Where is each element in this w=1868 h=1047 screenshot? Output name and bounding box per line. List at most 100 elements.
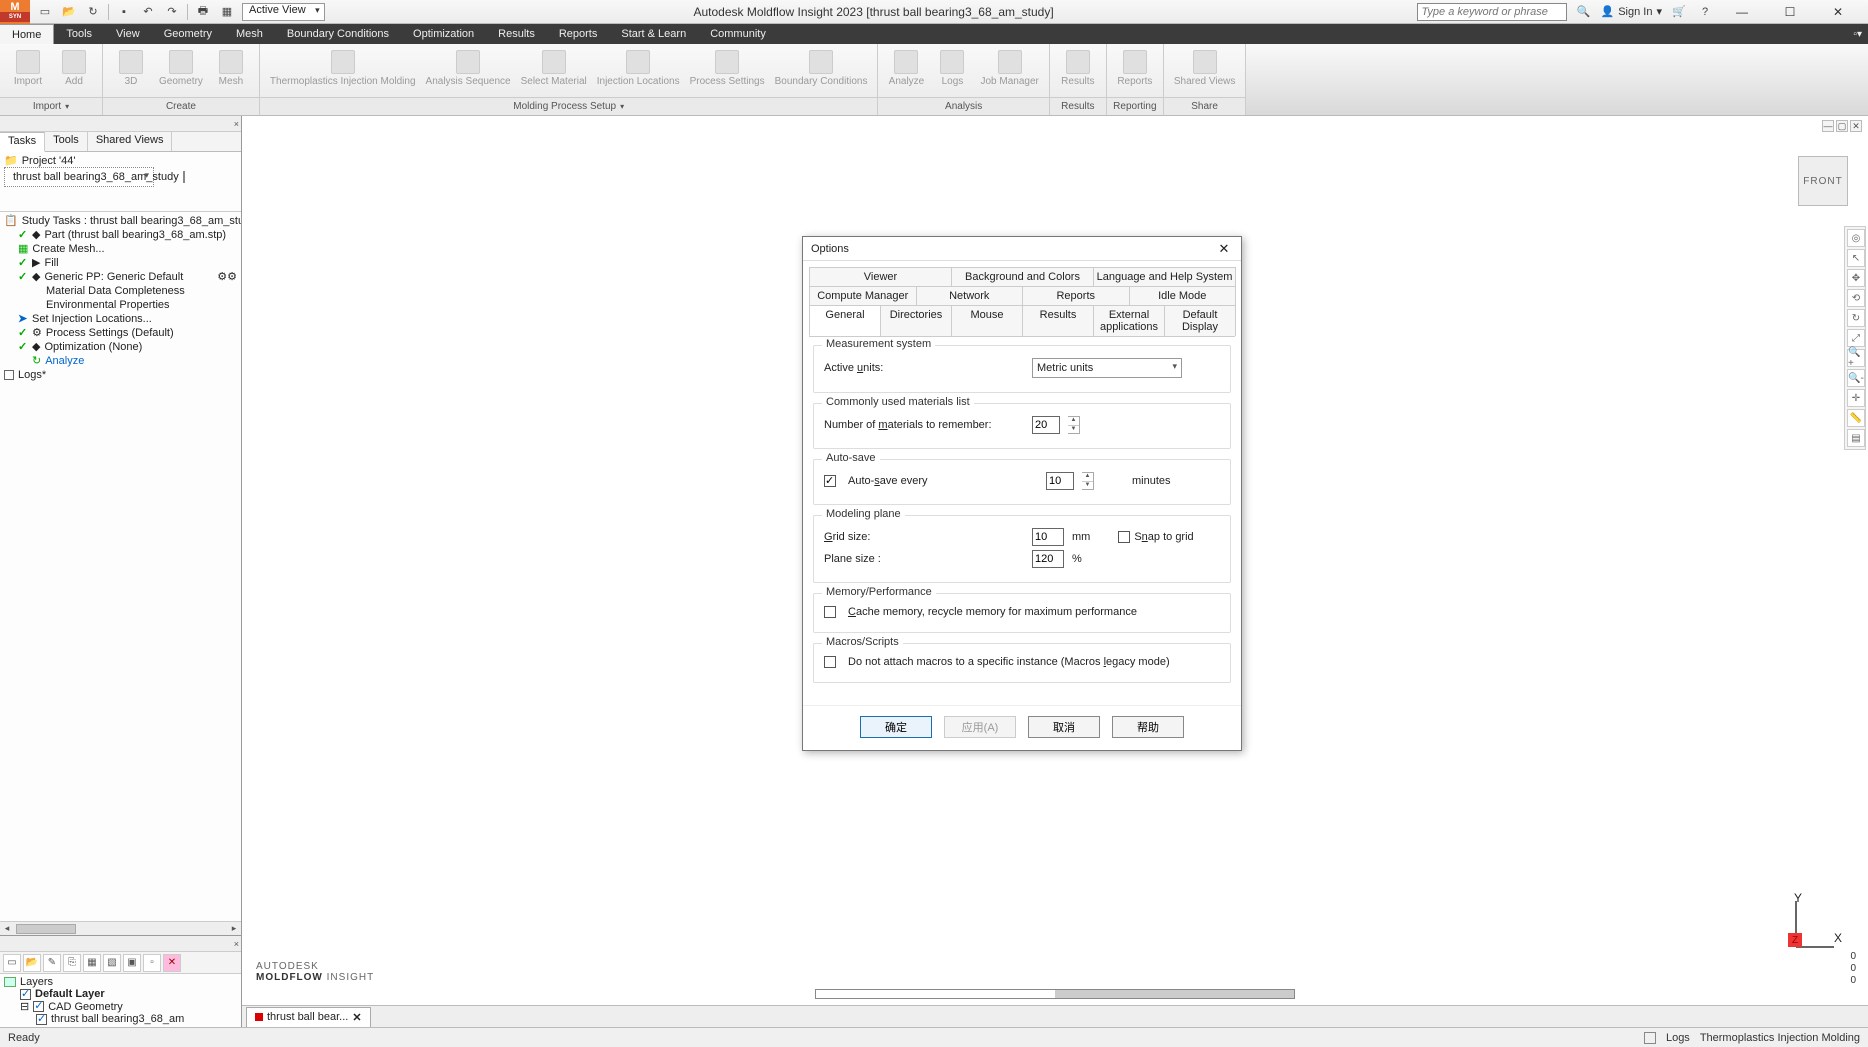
layer-link-icon[interactable]: ⎘ xyxy=(63,954,81,972)
layer-show-icon[interactable]: ▦ xyxy=(83,954,101,972)
snap-checkbox[interactable] xyxy=(1118,531,1130,543)
ribbon-process-settings[interactable]: Process Settings xyxy=(686,48,769,89)
layer-delete-icon[interactable]: ✕ xyxy=(163,954,181,972)
active-units-select[interactable]: Metric units xyxy=(1032,358,1182,378)
ribbon-analysis-sequence[interactable]: Analysis Sequence xyxy=(422,48,515,89)
search-icon[interactable]: 🔍 xyxy=(1575,3,1593,21)
tree-end-icon[interactable] xyxy=(183,171,185,183)
layers-root[interactable]: Layers xyxy=(4,976,237,988)
layers-tree[interactable]: Layers Default Layer ⊟CAD Geometry thrus… xyxy=(0,974,241,1027)
vp-close-icon[interactable]: ✕ xyxy=(1850,120,1862,132)
tab-view[interactable]: View xyxy=(104,24,152,44)
qat-open-icon[interactable]: 📂 xyxy=(60,3,78,21)
autosave-spin-input[interactable] xyxy=(1046,472,1074,490)
checkbox[interactable] xyxy=(4,370,14,380)
dlg-tab-viewer[interactable]: Viewer xyxy=(809,267,952,286)
macros-checkbox[interactable] xyxy=(824,656,836,668)
ok-button[interactable]: 确定 xyxy=(860,716,932,738)
cancel-button[interactable]: 取消 xyxy=(1028,716,1100,738)
dlg-tab-general[interactable]: General xyxy=(809,305,881,336)
layer-row[interactable]: thrust ball bearing3_68_am xyxy=(4,1013,237,1025)
task-row[interactable]: ↻Analyze xyxy=(4,354,237,368)
project-tree[interactable]: 📁Project '44' thrust ball bearing3_68_am… xyxy=(0,152,241,212)
panel-close-icon[interactable]: × xyxy=(234,939,239,949)
minimize-button[interactable]: — xyxy=(1722,0,1762,24)
status-logs[interactable]: Logs xyxy=(1666,1032,1690,1044)
dlg-tab-reports[interactable]: Reports xyxy=(1022,286,1130,305)
spin-down-icon[interactable]: ▼ xyxy=(1082,482,1093,490)
layer-hide-icon[interactable]: ▧ xyxy=(103,954,121,972)
panel-tab-shared-views[interactable]: Shared Views xyxy=(88,132,173,151)
ribbon-analyze[interactable]: Analyze xyxy=(884,48,928,89)
task-row[interactable]: ✓◆Optimization (None) xyxy=(4,340,237,354)
task-row[interactable]: ✓◆Generic PP: Generic Default⚙⚙ xyxy=(4,270,237,284)
ribbon-boundary-conditions[interactable]: Boundary Conditions xyxy=(771,48,872,89)
task-row[interactable]: ✓⚙Process Settings (Default) xyxy=(4,326,237,340)
task-row[interactable]: ▦Create Mesh... xyxy=(4,242,237,256)
panel-tab-tools[interactable]: Tools xyxy=(45,132,88,151)
layer-clear-icon[interactable]: ▫ xyxy=(143,954,161,972)
layer-open-icon[interactable]: 📂 xyxy=(23,954,41,972)
ribbon-job-manager[interactable]: Job Manager xyxy=(976,48,1042,89)
center-icon[interactable]: ✛ xyxy=(1847,389,1865,407)
task-row[interactable]: ➤Set Injection Locations... xyxy=(4,312,237,326)
materials-spin-input[interactable] xyxy=(1032,416,1060,434)
zoom-out-icon[interactable]: 🔍- xyxy=(1847,369,1865,387)
task-row[interactable]: Logs* xyxy=(4,368,237,382)
autosave-checkbox[interactable] xyxy=(824,475,836,487)
task-row[interactable]: Environmental Properties xyxy=(4,298,237,312)
layer-new-icon[interactable]: ▭ xyxy=(3,954,21,972)
spin-buttons[interactable]: ▲▼ xyxy=(1068,416,1080,434)
dlg-tab-default-display[interactable]: Default Display xyxy=(1164,305,1236,336)
ribbon-thermoplastics[interactable]: Thermoplastics Injection Molding xyxy=(266,48,420,89)
ribbon-mesh[interactable]: Mesh xyxy=(209,48,253,89)
measure-icon[interactable]: 📏 xyxy=(1847,409,1865,427)
maximize-button[interactable]: ☐ xyxy=(1770,0,1810,24)
dlg-tab-idle[interactable]: Idle Mode xyxy=(1129,286,1237,305)
signin-button[interactable]: 👤Sign In▾ xyxy=(1601,5,1662,18)
dialog-close-icon[interactable]: ✕ xyxy=(1215,240,1233,258)
layer-checkbox[interactable] xyxy=(20,989,31,1000)
vp-min-icon[interactable]: — xyxy=(1822,120,1834,132)
qat-refresh-icon[interactable]: ↻ xyxy=(84,3,102,21)
viewport[interactable]: — ▢ ✕ FRONT ◎ ↖ ✥ ⟲ ↻ ⤢ 🔍+ 🔍- ✛ 📏 ▤ AUTO… xyxy=(242,116,1868,1027)
spin-up-icon[interactable]: ▲ xyxy=(1082,473,1093,482)
tree-project[interactable]: 📁Project '44' xyxy=(4,154,237,167)
dlg-tab-background[interactable]: Background and Colors xyxy=(951,267,1094,286)
rotate-icon[interactable]: ↻ xyxy=(1847,309,1865,327)
zoom-fit-icon[interactable]: ⤢ xyxy=(1847,329,1865,347)
nav-wheel-icon[interactable]: ◎ xyxy=(1847,229,1865,247)
scroll-right-icon[interactable]: ▸ xyxy=(227,923,241,934)
dlg-tab-external[interactable]: External applications xyxy=(1093,305,1165,336)
tab-optimization[interactable]: Optimization xyxy=(401,24,486,44)
ribbon-logs[interactable]: Logs xyxy=(930,48,974,89)
dlg-tab-language[interactable]: Language and Help System xyxy=(1093,267,1236,286)
search-input[interactable] xyxy=(1417,3,1567,21)
help-button[interactable]: 帮助 xyxy=(1112,716,1184,738)
close-button[interactable]: ✕ xyxy=(1818,0,1858,24)
tab-boundary-conditions[interactable]: Boundary Conditions xyxy=(275,24,401,44)
cache-checkbox[interactable] xyxy=(824,606,836,618)
horizontal-scrollbar[interactable]: ◂▸ xyxy=(0,921,241,935)
dlg-tab-results[interactable]: Results xyxy=(1022,305,1094,336)
qat-print-icon[interactable]: 🖶 xyxy=(194,3,212,21)
ribbon-select-material[interactable]: Select Material xyxy=(517,48,591,89)
tab-geometry[interactable]: Geometry xyxy=(152,24,224,44)
tab-start-learn[interactable]: Start & Learn xyxy=(609,24,698,44)
active-view-dropdown[interactable]: Active View xyxy=(242,3,325,21)
tab-close-icon[interactable]: ✕ xyxy=(352,1011,361,1024)
layer-edit-icon[interactable]: ✎ xyxy=(43,954,61,972)
task-row[interactable]: ✓◆Part (thrust ball bearing3_68_am.stp) xyxy=(4,228,237,242)
qat-redo-icon[interactable]: ↷ xyxy=(163,3,181,21)
qat-new-icon[interactable]: ▭ xyxy=(36,3,54,21)
ribbon-group-import[interactable]: Import xyxy=(0,97,102,115)
task-row[interactable]: Material Data Completeness xyxy=(4,284,237,298)
viewcube[interactable]: FRONT xyxy=(1798,156,1848,206)
dlg-tab-compute[interactable]: Compute Manager xyxy=(809,286,917,305)
layer-checkbox[interactable] xyxy=(33,1001,44,1012)
spin-up-icon[interactable]: ▲ xyxy=(1068,417,1079,426)
tab-home[interactable]: Home xyxy=(0,24,54,44)
ribbon-results[interactable]: Results xyxy=(1056,48,1100,89)
spin-down-icon[interactable]: ▼ xyxy=(1068,426,1079,434)
dlg-tab-network[interactable]: Network xyxy=(916,286,1024,305)
